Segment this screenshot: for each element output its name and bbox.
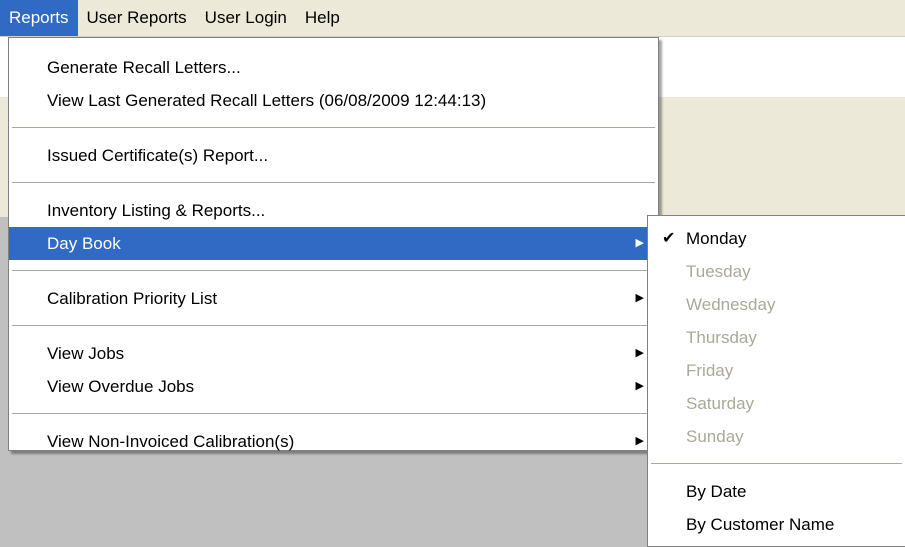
submenu-arrow-icon: ▶ bbox=[635, 435, 644, 447]
menu-item-label: View Non-Invoiced Calibration(s) bbox=[47, 432, 295, 451]
submenu-arrow-icon: ▶ bbox=[635, 380, 644, 392]
submenu-item-wednesday: Wednesday bbox=[648, 288, 905, 321]
menubar-user-reports[interactable]: User Reports bbox=[78, 0, 196, 36]
submenu-item-label: Monday bbox=[686, 229, 747, 248]
menu-item-day-book[interactable]: Day Book ▶ bbox=[9, 227, 658, 260]
submenu-item-label: Sunday bbox=[686, 427, 744, 446]
reports-dropdown-menu: Generate Recall Letters... View Last Gen… bbox=[8, 37, 659, 451]
submenu-item-label: Thursday bbox=[686, 328, 757, 347]
menu-separator bbox=[651, 463, 902, 465]
submenu-item-monday[interactable]: ✔ Monday bbox=[648, 222, 905, 255]
submenu-item-friday: Friday bbox=[648, 354, 905, 387]
menu-item-issued-certificates-report[interactable]: Issued Certificate(s) Report... bbox=[9, 139, 658, 172]
menu-bar: Reports User Reports User Login Help bbox=[0, 0, 905, 37]
submenu-item-saturday: Saturday bbox=[648, 387, 905, 420]
menu-item-view-last-generated-recall-letters[interactable]: View Last Generated Recall Letters (06/0… bbox=[9, 84, 658, 117]
submenu-item-thursday: Thursday bbox=[648, 321, 905, 354]
menu-item-view-jobs[interactable]: View Jobs ▶ bbox=[9, 337, 658, 370]
menu-item-view-overdue-jobs[interactable]: View Overdue Jobs ▶ bbox=[9, 370, 658, 403]
menubar-help[interactable]: Help bbox=[296, 0, 349, 36]
menu-item-label: View Jobs bbox=[47, 344, 125, 363]
menubar-user-login[interactable]: User Login bbox=[196, 0, 296, 36]
menu-separator bbox=[12, 270, 655, 272]
menu-item-label: Calibration Priority List bbox=[47, 289, 218, 308]
menu-item-label: Inventory Listing & Reports... bbox=[47, 201, 266, 220]
menu-separator bbox=[12, 325, 655, 327]
submenu-item-label: By Date bbox=[686, 482, 747, 501]
submenu-item-by-date[interactable]: By Date bbox=[648, 475, 905, 508]
submenu-item-by-customer-name[interactable]: By Customer Name bbox=[648, 508, 905, 541]
menu-item-label: View Last Generated Recall Letters (06/0… bbox=[47, 91, 487, 110]
menu-item-inventory-listing-reports[interactable]: Inventory Listing & Reports... bbox=[9, 194, 658, 227]
submenu-item-sunday: Sunday bbox=[648, 420, 905, 453]
menu-item-label: Generate Recall Letters... bbox=[47, 58, 241, 77]
menu-item-label: Day Book bbox=[47, 234, 121, 253]
submenu-arrow-icon: ▶ bbox=[635, 292, 644, 304]
menu-separator bbox=[12, 413, 655, 415]
menu-separator bbox=[12, 182, 655, 184]
menu-item-view-non-invoiced-calibrations[interactable]: View Non-Invoiced Calibration(s) ▶ bbox=[9, 425, 658, 458]
menu-item-label: Issued Certificate(s) Report... bbox=[47, 146, 269, 165]
submenu-item-tuesday: Tuesday bbox=[648, 255, 905, 288]
submenu-item-label: Tuesday bbox=[686, 262, 751, 281]
submenu-arrow-icon: ▶ bbox=[635, 237, 644, 249]
menu-item-label: View Overdue Jobs bbox=[47, 377, 195, 396]
submenu-arrow-icon: ▶ bbox=[635, 347, 644, 359]
day-book-submenu: ✔ Monday Tuesday Wednesday Thursday Frid… bbox=[647, 215, 905, 547]
menubar-reports[interactable]: Reports bbox=[0, 0, 78, 36]
submenu-item-label: Wednesday bbox=[686, 295, 776, 314]
submenu-item-label: By Customer Name bbox=[686, 515, 835, 534]
menu-item-calibration-priority-list[interactable]: Calibration Priority List ▶ bbox=[9, 282, 658, 315]
submenu-item-label: Friday bbox=[686, 361, 734, 380]
submenu-item-label: Saturday bbox=[686, 394, 755, 413]
checkmark-icon: ✔ bbox=[662, 230, 676, 247]
menu-separator bbox=[12, 127, 655, 129]
menu-item-generate-recall-letters[interactable]: Generate Recall Letters... bbox=[9, 51, 658, 84]
